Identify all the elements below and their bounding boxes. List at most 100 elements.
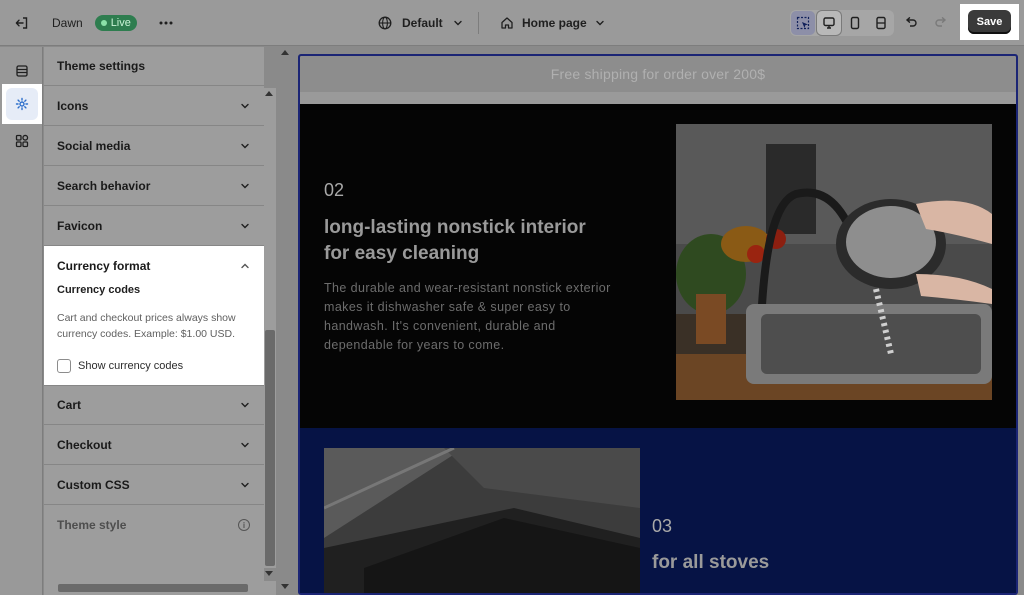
feature-number: 03 — [652, 516, 673, 536]
announcement-bar: Free shipping for order over 200$ — [300, 56, 1016, 92]
show-currency-codes-label: Show currency codes — [78, 360, 184, 372]
accordion-label: Icons — [57, 98, 89, 113]
feature-body-line2: makes it dishwasher safe & super easy to — [324, 300, 571, 314]
feature-section-03[interactable]: 03 for all stoves — [300, 428, 1016, 593]
left-rail — [0, 47, 43, 595]
sections-icon — [15, 64, 28, 77]
chevron-down-icon — [241, 442, 249, 447]
theme-settings-button-inner — [6, 88, 38, 120]
accordion-search-behavior[interactable]: Search behavior — [44, 166, 264, 206]
divider — [478, 12, 479, 34]
accordion-custom-css[interactable]: Custom CSS — [44, 465, 264, 505]
chevron-down-icon — [241, 183, 249, 188]
scroll-down-arrow-icon[interactable] — [265, 571, 273, 576]
fullscreen-view-button[interactable] — [869, 11, 893, 35]
save-button[interactable]: Save — [967, 10, 1012, 34]
accordion-currency-format-open: Currency format Currency codes Cart and … — [44, 246, 264, 385]
accordion-currency-format[interactable]: Currency format — [44, 246, 264, 286]
save-button-highlight: Save — [960, 4, 1019, 40]
store-name: Dawn — [52, 16, 83, 30]
currency-format-body: Currency codes Cart and checkout prices … — [44, 284, 264, 385]
home-icon — [501, 17, 513, 29]
accordion-label: Custom CSS — [57, 477, 130, 492]
chevron-up-icon — [241, 263, 249, 269]
gear-icon — [15, 97, 29, 111]
preview-scroll-down-arrow-icon[interactable] — [281, 584, 289, 589]
mobile-view-button[interactable] — [843, 11, 867, 35]
exit-icon — [15, 17, 28, 29]
preview-scroll-up-arrow-icon[interactable] — [281, 50, 289, 55]
announcement-divider — [300, 92, 1016, 104]
panel-horizontal-scrollbar-thumb[interactable] — [58, 584, 248, 592]
theme-settings-button[interactable] — [2, 84, 42, 124]
accordion-label: Search behavior — [57, 178, 151, 193]
redo-icon — [935, 17, 947, 27]
feature-section-02[interactable]: 02 long-lasting nonstick interior for ea… — [300, 104, 1016, 428]
page-selector-label: Home page — [522, 16, 587, 30]
accordion-label: Favicon — [57, 218, 103, 233]
select-cursor-icon — [796, 16, 810, 30]
feature-body-line3: handwash. It's convenient, durable and — [324, 319, 556, 333]
chevron-down-icon — [241, 482, 249, 487]
info-icon[interactable]: i — [238, 519, 250, 531]
feature-heading: for all stoves — [652, 552, 770, 573]
show-currency-codes-option[interactable]: Show currency codes — [57, 359, 251, 373]
desktop-view-button[interactable] — [817, 11, 841, 35]
more-actions-button[interactable] — [158, 0, 174, 46]
chevron-down-icon — [241, 402, 249, 408]
feature-number: 02 — [324, 180, 345, 200]
chevron-down-icon — [241, 223, 249, 228]
top-bar: Dawn Live Default Home page Save — [0, 0, 1024, 46]
theme-selector[interactable]: Default — [378, 0, 463, 46]
accordion-label: Checkout — [57, 437, 112, 452]
status-badge: Live — [94, 15, 137, 31]
preview-gutter — [276, 47, 298, 595]
accordion-social-media[interactable]: Social media — [44, 126, 264, 166]
accordion-icons[interactable]: Icons — [44, 86, 264, 126]
inspector-button[interactable] — [791, 11, 815, 35]
apps-icon — [15, 134, 28, 147]
chevron-down-icon — [241, 103, 249, 108]
status-badge-label: Live — [110, 17, 131, 29]
theme-selector-label: Default — [402, 16, 443, 30]
currency-codes-title: Currency codes — [57, 284, 141, 296]
storefront-preview[interactable]: Free shipping for order over 200$ 02 lon… — [298, 54, 1018, 595]
accordion-cart[interactable]: Cart — [44, 385, 264, 425]
chevron-down-icon — [595, 20, 604, 26]
app-embeds-button[interactable] — [4, 123, 39, 158]
theme-style-row[interactable]: Theme style i — [44, 505, 264, 545]
accordion-checkout[interactable]: Checkout — [44, 425, 264, 465]
device-toggle-group — [790, 10, 894, 36]
accordion-favicon[interactable]: Favicon — [44, 206, 264, 246]
accordion-label: Cart — [57, 398, 82, 412]
undo-icon — [905, 17, 917, 27]
globe-icon — [378, 16, 392, 30]
live-dot-icon — [100, 20, 107, 26]
undo-button[interactable] — [904, 0, 918, 46]
exit-button[interactable] — [14, 0, 30, 46]
feature-heading-line1: long-lasting nonstick interior — [324, 217, 586, 238]
accordion-label: Social media — [57, 138, 131, 153]
currency-codes-description: Cart and checkout prices always show cur… — [57, 312, 236, 340]
show-currency-codes-checkbox[interactable] — [57, 359, 71, 373]
page-selector[interactable]: Home page — [500, 0, 605, 46]
accordion-label: Currency format — [57, 259, 151, 273]
sections-button[interactable] — [4, 53, 39, 88]
full-width-icon — [876, 16, 886, 30]
feature-body-line1: The durable and wear-resistant nonstick … — [324, 281, 611, 295]
stove-pan-photo — [324, 448, 640, 593]
desktop-icon — [823, 17, 835, 29]
feature-heading-line2: for easy cleaning — [324, 243, 480, 264]
panel-scrollbar-thumb[interactable] — [265, 330, 275, 566]
theme-style-label: Theme style — [57, 518, 127, 532]
redo-button[interactable] — [934, 0, 948, 46]
feature-body-line4: dependable for years to come. — [324, 338, 505, 352]
more-horizontal-icon — [159, 21, 173, 25]
sink-dish-photo — [676, 124, 992, 400]
panel-title: Theme settings — [44, 47, 264, 86]
scroll-up-arrow-icon[interactable] — [265, 91, 273, 96]
chevron-down-icon — [453, 20, 462, 26]
chevron-down-icon — [241, 143, 249, 148]
mobile-icon — [850, 16, 860, 30]
theme-settings-panel: Theme settings Icons Social media Search… — [44, 47, 264, 581]
